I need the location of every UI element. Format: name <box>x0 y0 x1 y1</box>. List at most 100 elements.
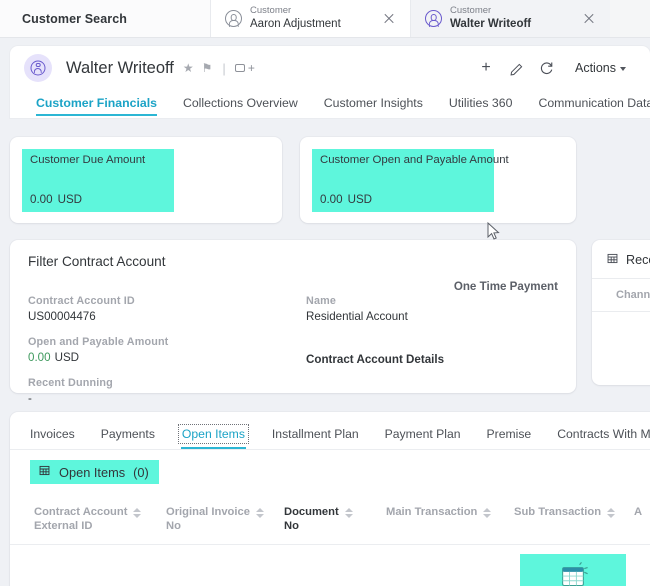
table-icon <box>38 464 51 480</box>
refresh-icon <box>540 61 552 74</box>
facet-tab-payments[interactable]: Payments <box>88 427 168 449</box>
column-header-main-transaction[interactable]: Main Transaction <box>386 505 514 519</box>
table-body: No items to show <box>10 545 650 586</box>
column-header-amount[interactable]: A <box>634 505 650 519</box>
field-label: Open and Payable Amount <box>28 336 169 348</box>
avatar-body <box>33 68 43 74</box>
column-header-sub-transaction[interactable]: Sub Transaction <box>514 505 634 519</box>
customer-icon <box>425 10 442 27</box>
kpi-value: 0.00 <box>30 193 53 206</box>
recent-panel-card: Rece Channe <box>592 240 650 385</box>
column-label: Original Invoice No <box>166 506 250 533</box>
shell-tab-subtitle: Customer <box>450 4 492 16</box>
no-data-illustration <box>562 562 588 586</box>
open-items-title-label: Open Items <box>59 464 126 480</box>
facet-tab-open-items[interactable]: Open Items <box>168 424 259 449</box>
field-label: Contract Account ID <box>28 295 135 307</box>
edit-button[interactable] <box>501 53 531 83</box>
kpi-card-customer-due-amount[interactable]: Customer Due Amount 0.00 USD <box>10 137 282 223</box>
customer-icon <box>225 10 242 27</box>
kpi-card-customer-open-payable-amount[interactable]: Customer Open and Payable Amount 0.00 USD <box>300 137 576 223</box>
kpi-label: Customer Due Amount <box>30 154 146 166</box>
amount-currency: USD <box>54 351 80 364</box>
field-column-left: Contract Account ID US00004476 Open and … <box>28 295 306 418</box>
facet-tab-contracts-with-meter-read[interactable]: Contracts With Meter Read <box>544 427 650 449</box>
actions-menu-button[interactable]: Actions <box>561 61 636 75</box>
facet-tab-label: Invoices <box>30 427 75 441</box>
facet-tab-premise[interactable]: Premise <box>474 427 545 449</box>
facet-tab-payment-plan[interactable]: Payment Plan <box>372 427 474 449</box>
shell-tab-walter-writeoff[interactable]: Customer Walter Writeoff <box>410 0 610 37</box>
column-label: A <box>634 506 643 518</box>
facet-tab-invoices[interactable]: Invoices <box>30 427 88 449</box>
page-title: Walter Writeoff <box>66 58 174 77</box>
facet-tab-installment-plan[interactable]: Installment Plan <box>259 427 372 449</box>
close-icon[interactable] <box>580 10 598 28</box>
sort-icon[interactable] <box>607 508 616 518</box>
table-header-row: Contract Account External ID Original In… <box>10 493 650 545</box>
recent-panel-header: Rece <box>592 240 650 279</box>
tab-utilities-360[interactable]: Utilities 360 <box>436 96 526 116</box>
recent-panel-column-header: Channe <box>592 279 650 312</box>
tab-customer-insights[interactable]: Customer Insights <box>311 96 436 116</box>
chevron-down-icon <box>620 67 626 71</box>
add-note-label: + <box>247 61 255 75</box>
flag-icon[interactable]: ⚑ <box>202 62 213 74</box>
sort-icon[interactable] <box>133 508 142 518</box>
tab-label: Utilities 360 <box>448 96 513 110</box>
field-value: US00004476 <box>28 310 96 323</box>
kpi-value-row: 0.00 USD <box>320 193 556 206</box>
field-value: - <box>28 392 32 405</box>
field-name: Name Residential Account <box>306 295 546 323</box>
column-label: Contract Account External ID <box>34 506 128 533</box>
field-value: 0.00 USD <box>28 351 306 364</box>
recent-panel-title: Rece <box>626 253 650 267</box>
tab-label: Communication Data <box>538 96 650 110</box>
sort-icon[interactable] <box>344 508 353 518</box>
refresh-button[interactable] <box>531 53 561 83</box>
tab-customer-financials[interactable]: Customer Financials <box>36 96 170 116</box>
filter-contract-account-card: Filter Contract Account One Time Payment… <box>10 240 576 405</box>
contract-account-details-link[interactable]: Contract Account Details <box>306 353 546 366</box>
tab-communication-data[interactable]: Communication Data <box>525 96 650 116</box>
kpi-content: Customer Open and Payable Amount 0.00 USD <box>316 151 560 209</box>
section-tabs: Customer Financials Collections Overview… <box>10 90 650 116</box>
open-items-title-wrap: Open Items (0) <box>10 450 650 484</box>
star-icon[interactable]: ★ <box>183 62 194 74</box>
avatar-head <box>35 62 41 68</box>
close-icon[interactable] <box>380 10 398 28</box>
field-open-and-payable-amount: Open and Payable Amount 0.00 USD <box>28 336 306 364</box>
shell-tab-text: Customer Aaron Adjustment <box>250 5 372 31</box>
facet-tab-label: Contracts With Meter Read <box>557 427 650 441</box>
add-note-button[interactable]: + <box>234 61 255 75</box>
facet-card: Invoices Payments Open Items Installment… <box>10 412 650 586</box>
one-time-payment-link[interactable]: One Time Payment <box>454 280 558 293</box>
column-header-original-invoice-no[interactable]: Original Invoice No <box>166 505 284 534</box>
add-button[interactable]: + <box>471 53 501 83</box>
sort-icon[interactable] <box>255 508 264 518</box>
column-label: Document No <box>284 506 339 533</box>
field-columns: Contract Account ID US00004476 Open and … <box>28 295 558 418</box>
empty-state: No items to show <box>520 553 626 586</box>
open-items-count: (0) <box>133 464 149 480</box>
facet-tab-bar: Invoices Payments Open Items Installment… <box>10 412 650 450</box>
field-label: Name <box>306 295 337 307</box>
tab-label: Customer Financials <box>36 96 157 110</box>
shell-tab-aaron-adjustment[interactable]: Customer Aaron Adjustment <box>210 0 410 37</box>
column-header-document-no[interactable]: Document No <box>284 505 386 534</box>
shell-tab-title: Aaron Adjustment <box>250 17 341 30</box>
column-header-contract-account-external-id[interactable]: Contract Account External ID <box>34 505 166 534</box>
facet-tab-label: Installment Plan <box>271 427 359 441</box>
kpi-content: Customer Due Amount 0.00 USD <box>26 151 266 209</box>
tab-collections-overview[interactable]: Collections Overview <box>170 96 311 116</box>
facet-tab-label: Payments <box>100 427 155 441</box>
kpi-label: Customer Open and Payable Amount <box>320 154 509 166</box>
application-root: Customer Search Customer Aaron Adjustmen… <box>0 0 650 586</box>
column-label: Sub Transaction <box>514 506 602 518</box>
sort-icon[interactable] <box>483 508 492 518</box>
field-label: Recent Dunning <box>28 377 113 389</box>
page-content: Customer Due Amount 0.00 USD Customer Ope… <box>0 120 650 586</box>
app-title: Customer Search <box>0 0 210 37</box>
field-value: Residential Account <box>306 310 408 323</box>
object-page-header: Walter Writeoff ★ ⚑ | + + Actions Custom… <box>10 46 650 118</box>
